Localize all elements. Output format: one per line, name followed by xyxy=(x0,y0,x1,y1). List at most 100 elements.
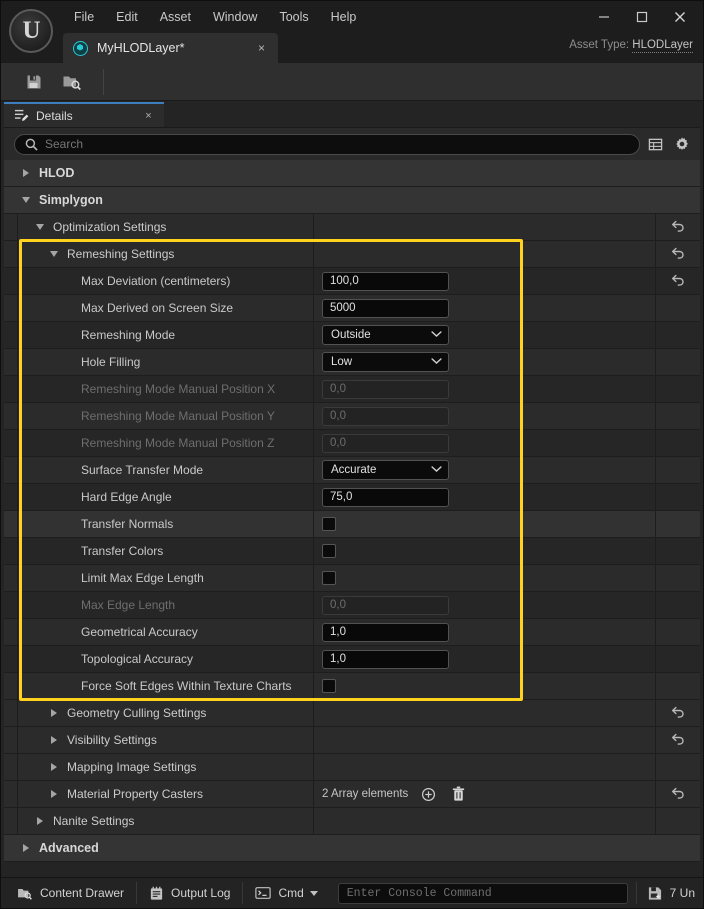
property-row-advanced[interactable]: Advanced xyxy=(4,835,700,862)
row-gutter xyxy=(4,457,18,483)
property-row-optimization-settings[interactable]: Optimization Settings xyxy=(4,214,700,241)
property-value-cell xyxy=(314,673,656,699)
property-label: Geometrical Accuracy xyxy=(76,625,198,639)
output-log-button[interactable]: Output Log xyxy=(137,878,242,909)
numeric-input-hard-edge-angle[interactable]: 75,0 xyxy=(322,488,449,507)
cmd-dropdown-button[interactable]: Cmd xyxy=(243,878,329,909)
add-element-icon[interactable] xyxy=(418,784,438,804)
reset-cell xyxy=(656,214,700,240)
row-gutter xyxy=(4,619,18,645)
reset-cell xyxy=(656,781,700,807)
browse-button[interactable] xyxy=(53,67,91,97)
content-drawer-button[interactable]: Content Drawer xyxy=(5,878,136,909)
property-row-nanite-settings[interactable]: Nanite Settings xyxy=(4,808,700,835)
property-row-remeshing-settings[interactable]: Remeshing Settings xyxy=(4,241,700,268)
toolbar-separator xyxy=(103,69,104,95)
dropdown-surface-transfer-mode[interactable]: Accurate xyxy=(322,460,449,480)
console-prompt-icon xyxy=(255,886,271,900)
gear-icon[interactable] xyxy=(670,132,694,156)
unsaved-assets-icon xyxy=(647,886,663,901)
property-row-topological-accuracy: Topological Accuracy1,0 xyxy=(4,646,700,673)
reset-to-default-button[interactable] xyxy=(671,273,686,290)
property-row-geometry-culling-settings[interactable]: Geometry Culling Settings xyxy=(4,700,700,727)
property-name-cell: Geometry Culling Settings xyxy=(18,700,314,726)
search-input[interactable]: Search xyxy=(14,134,640,155)
checkbox-transfer-normals[interactable] xyxy=(322,517,336,531)
maximize-button[interactable] xyxy=(623,4,661,30)
property-row-mapping-image-settings[interactable]: Mapping Image Settings xyxy=(4,754,700,781)
chevron-right-icon[interactable] xyxy=(46,781,62,807)
reset-to-default-button[interactable] xyxy=(671,219,686,236)
property-row-visibility-settings[interactable]: Visibility Settings xyxy=(4,727,700,754)
unsaved-assets-inner[interactable]: 7 Un xyxy=(637,878,701,909)
checkbox-limit-max-edge-length[interactable] xyxy=(322,571,336,585)
menu-asset[interactable]: Asset xyxy=(149,6,202,28)
checkbox-transfer-colors[interactable] xyxy=(322,544,336,558)
window-controls xyxy=(585,4,699,30)
property-name-cell: Transfer Colors xyxy=(18,538,314,564)
minimize-button[interactable] xyxy=(585,4,623,30)
reset-to-default-icon xyxy=(671,273,686,287)
property-label: Visibility Settings xyxy=(62,733,157,747)
chevron-right-icon[interactable] xyxy=(18,160,34,186)
table-view-icon[interactable] xyxy=(643,132,667,156)
row-gutter xyxy=(4,727,18,753)
numeric-input-max-derived-on-screen-size[interactable]: 5000 xyxy=(322,299,449,318)
close-button[interactable] xyxy=(661,4,699,30)
reset-to-default-button[interactable] xyxy=(671,732,686,749)
menu-tools[interactable]: Tools xyxy=(268,6,319,28)
numeric-input-topological-accuracy[interactable]: 1,0 xyxy=(322,650,449,669)
property-name-cell: Max Derived on Screen Size xyxy=(18,295,314,321)
reset-to-default-button[interactable] xyxy=(671,786,686,803)
save-button[interactable] xyxy=(15,67,53,97)
property-rows: HLODSimplygonOptimization SettingsRemesh… xyxy=(4,160,700,877)
property-row-hole-filling: Hole FillingLow xyxy=(4,349,700,376)
chevron-right-icon[interactable] xyxy=(32,808,48,834)
document-tab-myhlodlayer[interactable]: MyHLODLayer* × xyxy=(63,33,278,63)
property-value-cell: 5000 xyxy=(314,295,656,321)
row-gutter xyxy=(4,700,18,726)
chevron-down-icon[interactable] xyxy=(18,187,34,213)
unsaved-assets-button[interactable]: 7 Un xyxy=(637,878,703,909)
checkbox-force-soft-edges-within-texture-charts[interactable] xyxy=(322,679,336,693)
document-tab-strip: MyHLODLayer* × xyxy=(63,33,278,63)
property-row-geometrical-accuracy: Geometrical Accuracy 1,0 xyxy=(4,619,700,646)
menu-edit[interactable]: Edit xyxy=(105,6,149,28)
delete-elements-icon[interactable] xyxy=(448,784,468,804)
chevron-down-icon[interactable] xyxy=(32,214,48,240)
property-row-material-property-casters[interactable]: Material Property Casters2 Array element… xyxy=(4,781,700,808)
content-drawer-icon xyxy=(17,886,33,901)
numeric-input-geometrical-accuracy[interactable]: 1,0 xyxy=(322,623,449,642)
dropdown-remeshing-mode[interactable]: Outside xyxy=(322,325,449,345)
numeric-input-max-deviation-centimeters[interactable]: 100,0 xyxy=(322,272,449,291)
dropdown-hole-filling[interactable]: Low xyxy=(322,352,449,372)
chevron-right-icon[interactable] xyxy=(46,754,62,780)
row-gutter xyxy=(4,430,18,456)
numeric-input-max-edge-length: 0,0 xyxy=(322,596,449,615)
reset-to-default-button[interactable] xyxy=(671,246,686,263)
property-row-hlod[interactable]: HLOD xyxy=(4,160,700,187)
chevron-down-icon[interactable] xyxy=(46,241,62,267)
reset-to-default-button[interactable] xyxy=(671,705,686,722)
row-gutter xyxy=(4,781,18,807)
menu-help[interactable]: Help xyxy=(320,6,368,28)
property-value-cell: 0,0 xyxy=(314,376,656,402)
console-command-input[interactable]: Enter Console Command xyxy=(338,883,628,904)
details-tab-close-icon[interactable]: × xyxy=(141,108,156,123)
chevron-right-icon[interactable] xyxy=(46,727,62,753)
property-label: Remeshing Mode Manual Position X xyxy=(76,382,275,396)
property-row-simplygon[interactable]: Simplygon xyxy=(4,187,700,214)
reset-cell xyxy=(656,727,700,753)
property-label: Limit Max Edge Length xyxy=(76,571,204,585)
chevron-right-icon[interactable] xyxy=(18,835,34,861)
document-tab-close-icon[interactable]: × xyxy=(253,40,270,57)
reset-to-default-icon xyxy=(671,219,686,233)
reset-cell xyxy=(656,349,700,375)
chevron-right-icon[interactable] xyxy=(46,700,62,726)
reset-cell xyxy=(656,673,700,699)
menu-window[interactable]: Window xyxy=(202,6,268,28)
tab-details[interactable]: Details × xyxy=(4,102,164,127)
asset-type-link[interactable]: HLODLayer xyxy=(632,39,693,53)
menu-file[interactable]: File xyxy=(63,6,105,28)
row-gutter xyxy=(4,241,18,267)
